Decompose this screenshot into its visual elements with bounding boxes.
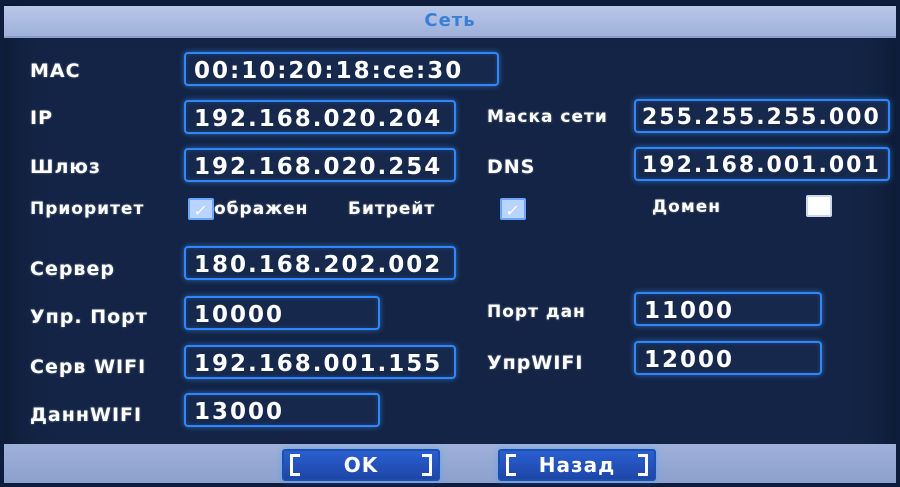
dns-label: DNS — [487, 156, 536, 178]
check-icon: ✓ — [504, 201, 522, 220]
ip-field[interactable]: 192.168.020.204 — [184, 100, 456, 134]
domain-checkbox[interactable] — [806, 195, 832, 217]
title-bar: Сеть — [4, 6, 896, 38]
mac-field[interactable]: 00:10:20:18:ce:30 — [184, 52, 499, 86]
ok-button[interactable]: OK — [282, 449, 440, 481]
back-button[interactable]: Назад — [498, 449, 656, 481]
data-port-field[interactable]: 11000 — [634, 292, 822, 326]
server-label: Сервер — [30, 258, 115, 280]
serv-wifi-field[interactable]: 192.168.001.155 — [184, 345, 456, 379]
data-wifi-field[interactable]: 13000 — [184, 393, 380, 427]
server-field[interactable]: 180.168.202.002 — [184, 246, 456, 280]
dns-field[interactable]: 192.168.001.001 — [634, 147, 890, 181]
gateway-field[interactable]: 192.168.020.254 — [184, 148, 456, 182]
window-title: Сеть — [424, 10, 476, 31]
data-wifi-label: ДаннWIFI — [30, 404, 143, 426]
priority-label: Приоритет — [30, 199, 145, 219]
data-port-label: Порт дан — [487, 302, 586, 322]
back-button-label: Назад — [538, 453, 616, 477]
bitrate-option-label: Битрейт — [348, 199, 436, 219]
serv-wifi-label: Серв WIFI — [30, 356, 147, 378]
domain-label: Домен — [652, 197, 721, 217]
image-option-label: ображен — [214, 199, 309, 219]
ctrl-wifi-field[interactable]: 12000 — [634, 341, 822, 375]
mac-label: MAC — [30, 60, 81, 82]
mask-label: Маска сети — [487, 107, 608, 127]
gateway-label: Шлюз — [30, 156, 101, 178]
ip-label: IP — [30, 107, 53, 129]
ctrl-port-field[interactable]: 10000 — [184, 296, 380, 330]
ctrl-port-label: Упр. Порт — [30, 306, 148, 328]
bitrate-priority-checkbox[interactable]: ✓ — [500, 198, 526, 220]
check-icon: ✓ — [192, 201, 210, 220]
button-bar — [4, 444, 896, 483]
mask-field[interactable]: 255.255.255.000 — [634, 99, 890, 133]
ok-button-label: OK — [343, 453, 379, 477]
ctrl-wifi-label: УпрWIFI — [487, 352, 584, 374]
image-priority-checkbox[interactable]: ✓ — [188, 198, 214, 220]
